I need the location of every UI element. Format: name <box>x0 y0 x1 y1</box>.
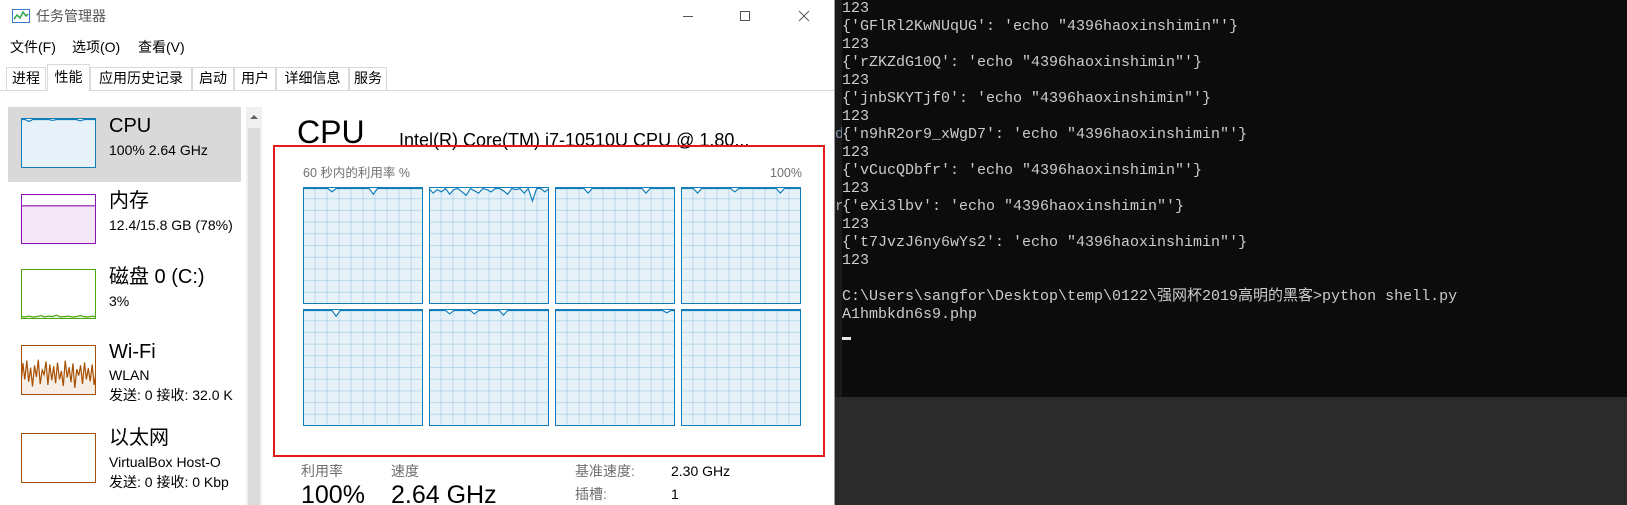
thumbnail-chart <box>21 118 96 168</box>
minimize-icon <box>683 15 693 17</box>
thumbnail-chart <box>21 345 96 395</box>
console-line: C:\Users\sangfor\Desktop\temp\0122\强网杯20… <box>842 288 1458 305</box>
sidebar-item-memory[interactable]: 内存 12.4/15.8 GB (78%) <box>8 183 241 258</box>
background-window-strip: d r <box>835 0 842 397</box>
sidebar-item-title: 磁盘 0 (C:) <box>109 266 205 288</box>
speed-label: 速度 <box>391 463 419 479</box>
console-line: 123 <box>842 144 870 161</box>
utilization-value: 100% <box>301 483 365 505</box>
thumbnail-chart <box>21 194 96 244</box>
utilization-label: 利用率 <box>301 463 343 479</box>
sidebar-item-throughput: 发送: 0 接收: 32.0 K <box>109 387 233 403</box>
speed-value: 2.64 GHz <box>391 483 497 505</box>
console-line: 123 <box>842 72 870 89</box>
tab-details[interactable]: 详细信息 <box>276 67 349 90</box>
scrollbar-thumb[interactable] <box>248 128 260 505</box>
sidebar-item-disk[interactable]: 磁盘 0 (C:) 3% <box>8 258 241 333</box>
utilization-area <box>21 119 96 168</box>
console-line: {'n9hR2or9_xWgD7': 'echo "4396haoxinshim… <box>842 126 1248 143</box>
sidebar-item-detail: 3% <box>109 293 130 309</box>
sidebar-item-detail: VirtualBox Host-O <box>109 454 221 470</box>
console-line: 123 <box>842 0 870 17</box>
sidebar-item-wifi[interactable]: Wi-Fi WLAN 发送: 0 接收: 32.0 K <box>8 333 241 423</box>
resource-sidebar: CPU 100% 2.64 GHz 内存 12.4/15.8 GB (78%) … <box>0 0 246 505</box>
sidebar-item-title: Wi-Fi <box>109 341 156 363</box>
wifi-thumbnail-graph <box>21 345 96 395</box>
memory-thumbnail-graph <box>21 194 96 244</box>
console-line: {'rZKZdG10Q': 'echo "4396haoxinshimin"'} <box>842 54 1203 71</box>
cpu-thumbnail-graph <box>21 118 96 168</box>
console-line: {'eXi3lbv': 'echo "4396haoxinshimin"'} <box>842 198 1185 215</box>
ethernet-thumbnail-graph <box>21 433 96 483</box>
console-line: {'GFlRl2KwNUqUG': 'echo "4396haoxinshimi… <box>842 18 1239 35</box>
maximize-icon <box>740 10 750 21</box>
sidebar-item-title: 以太网 <box>109 427 169 449</box>
console-line: 123 <box>842 36 870 53</box>
utilization-area <box>21 205 96 244</box>
highlight-rectangle <box>273 145 825 457</box>
close-icon <box>798 10 810 21</box>
thumbnail-chart <box>21 269 96 319</box>
sidebar-item-cpu[interactable]: CPU 100% 2.64 GHz <box>8 107 241 182</box>
sidebar-item-detail: 100% 2.64 GHz <box>109 142 208 158</box>
task-manager-window: 任务管理器 文件(F) 选项(O) 查看(V) 进程 性能 应用历史记录 启动 … <box>0 0 835 505</box>
console-line: A1hmbkdn6s9.php <box>842 306 978 323</box>
sidebar-item-ethernet[interactable]: 以太网 VirtualBox Host-O 发送: 0 接收: 0 Kbp <box>8 423 241 505</box>
console-cursor <box>842 337 851 340</box>
base-speed-value: 2.30 GHz <box>671 463 731 479</box>
console-line: {'t7JvzJ6ny6wYs2': 'echo "4396haoxinshim… <box>842 234 1248 251</box>
sidebar-item-title: 内存 <box>109 190 149 212</box>
console-line: 123 <box>842 252 870 269</box>
sidebar-item-detail: WLAN <box>109 367 150 383</box>
sockets-label: 插槽: <box>575 486 607 502</box>
graph-background <box>21 269 96 319</box>
console-line: 123 <box>842 108 870 125</box>
thumbnail-chart <box>21 433 96 483</box>
scroll-up-arrow-icon[interactable] <box>246 110 262 124</box>
graph-background <box>21 433 96 483</box>
tab-performance[interactable]: 性能 <box>47 64 90 91</box>
console-line: 123 <box>842 216 870 233</box>
background-text-fragment: r <box>835 198 842 215</box>
disk-thumbnail-graph <box>21 269 96 319</box>
sockets-value: 1 <box>671 486 679 502</box>
base-speed-label: 基准速度: <box>575 463 635 479</box>
console-line: {'vCucQDbfr': 'echo "4396haoxinshimin"'} <box>842 162 1203 179</box>
sidebar-item-title: CPU <box>109 115 152 137</box>
console-window[interactable]: 123 {'GFlRl2KwNUqUG': 'echo "4396haoxinsh… <box>842 0 1627 397</box>
minimize-button[interactable] <box>665 0 711 31</box>
maximize-button[interactable] <box>722 0 768 31</box>
console-output: 123 {'GFlRl2KwNUqUG': 'echo "4396haoxinsh… <box>842 0 1457 324</box>
console-line: 123 <box>842 180 870 197</box>
close-button[interactable] <box>781 0 827 31</box>
sidebar-item-detail: 12.4/15.8 GB (78%) <box>109 217 233 233</box>
tab-services[interactable]: 服务 <box>349 67 387 90</box>
sidebar-item-throughput: 发送: 0 接收: 0 Kbp <box>109 474 229 490</box>
console-line: {'jnbSKYTjf0': 'echo "4396haoxinshimin"'… <box>842 90 1212 107</box>
background-text-fragment: d <box>835 126 842 143</box>
